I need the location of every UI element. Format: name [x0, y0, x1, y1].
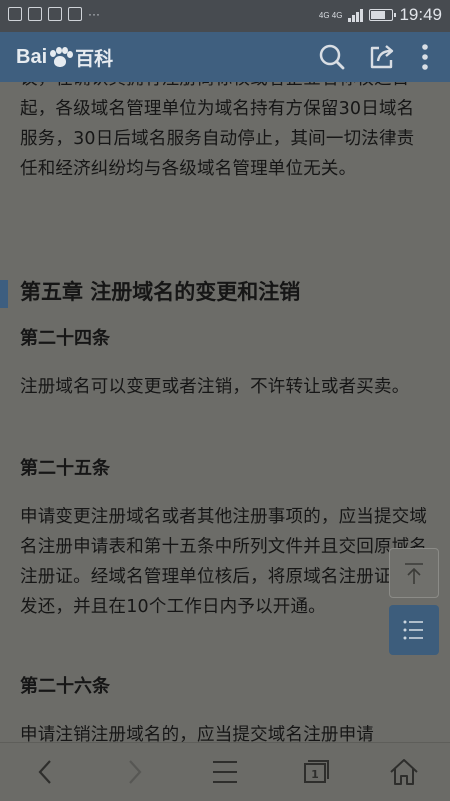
menu-icon — [213, 761, 237, 783]
chapter-accent-bar — [0, 280, 8, 308]
more-button[interactable] — [408, 40, 442, 74]
tab-count: 1 — [311, 768, 319, 781]
paragraph: 议，在确认其拥有注册商标权或者企业名称权之日起，各级域名管理单位为域名持有方保留… — [20, 82, 415, 179]
signal-icon — [348, 8, 364, 22]
home-icon — [390, 759, 418, 785]
app-header: Bai 百科 — [0, 32, 450, 82]
search-icon — [319, 44, 345, 70]
tabs-icon: 1 — [304, 760, 329, 783]
forward-button[interactable] — [112, 753, 156, 791]
more-icon — [422, 44, 428, 70]
logo-text: Bai — [16, 46, 48, 68]
paw-icon — [49, 46, 74, 69]
menu-button[interactable] — [203, 753, 247, 791]
image-icon — [8, 7, 22, 21]
app-grid-icon — [28, 7, 42, 21]
forward-icon — [129, 760, 142, 784]
tabs-button[interactable]: 1 — [292, 753, 336, 791]
table-of-contents-button[interactable] — [389, 605, 439, 655]
clock: 19:49 — [399, 5, 442, 24]
search-button[interactable] — [315, 40, 349, 74]
notification-icons: ··· — [8, 7, 100, 21]
home-button[interactable] — [382, 753, 426, 791]
more-notifications-icon: ··· — [88, 7, 100, 21]
mail-icon — [68, 7, 82, 21]
paragraph: 注册域名可以变更或者注销，不许转让或者买卖。 — [20, 377, 410, 397]
back-to-top-button[interactable] — [389, 548, 439, 598]
article-heading: 第二十四条 — [20, 328, 110, 349]
battery-icon — [369, 9, 397, 21]
article-heading: 第二十六条 — [20, 676, 110, 697]
article-heading: 第二十五条 — [20, 458, 110, 479]
bottom-navigation: 1 — [0, 742, 450, 801]
list-icon — [403, 620, 423, 640]
network-type: 4G 4G — [318, 10, 343, 20]
mail-icon — [48, 7, 62, 21]
article-content: 议，在确认其拥有注册商标权或者企业名称权之日起，各级域名管理单位为域名持有方保留… — [0, 82, 450, 742]
paragraph: 申请变更注册域名或者其他注册事项的，应当提交域名注册申请表和第十五条中所列文件并… — [20, 507, 428, 617]
baidu-baike-logo[interactable]: Bai 百科 — [16, 44, 113, 71]
share-icon — [370, 45, 394, 69]
back-icon — [38, 760, 51, 784]
logo-text-baike: 百科 — [75, 49, 114, 70]
arrow-up-to-top-icon — [405, 563, 423, 584]
status-bar: ··· 4G 4G 19:49 — [0, 0, 450, 32]
share-button[interactable] — [365, 40, 399, 74]
chapter-heading: 第五章 注册域名的变更和注销 — [20, 280, 301, 304]
paragraph: 申请注销注册域名的，应当提交域名注册申请 — [20, 725, 374, 742]
back-button[interactable] — [24, 753, 68, 791]
